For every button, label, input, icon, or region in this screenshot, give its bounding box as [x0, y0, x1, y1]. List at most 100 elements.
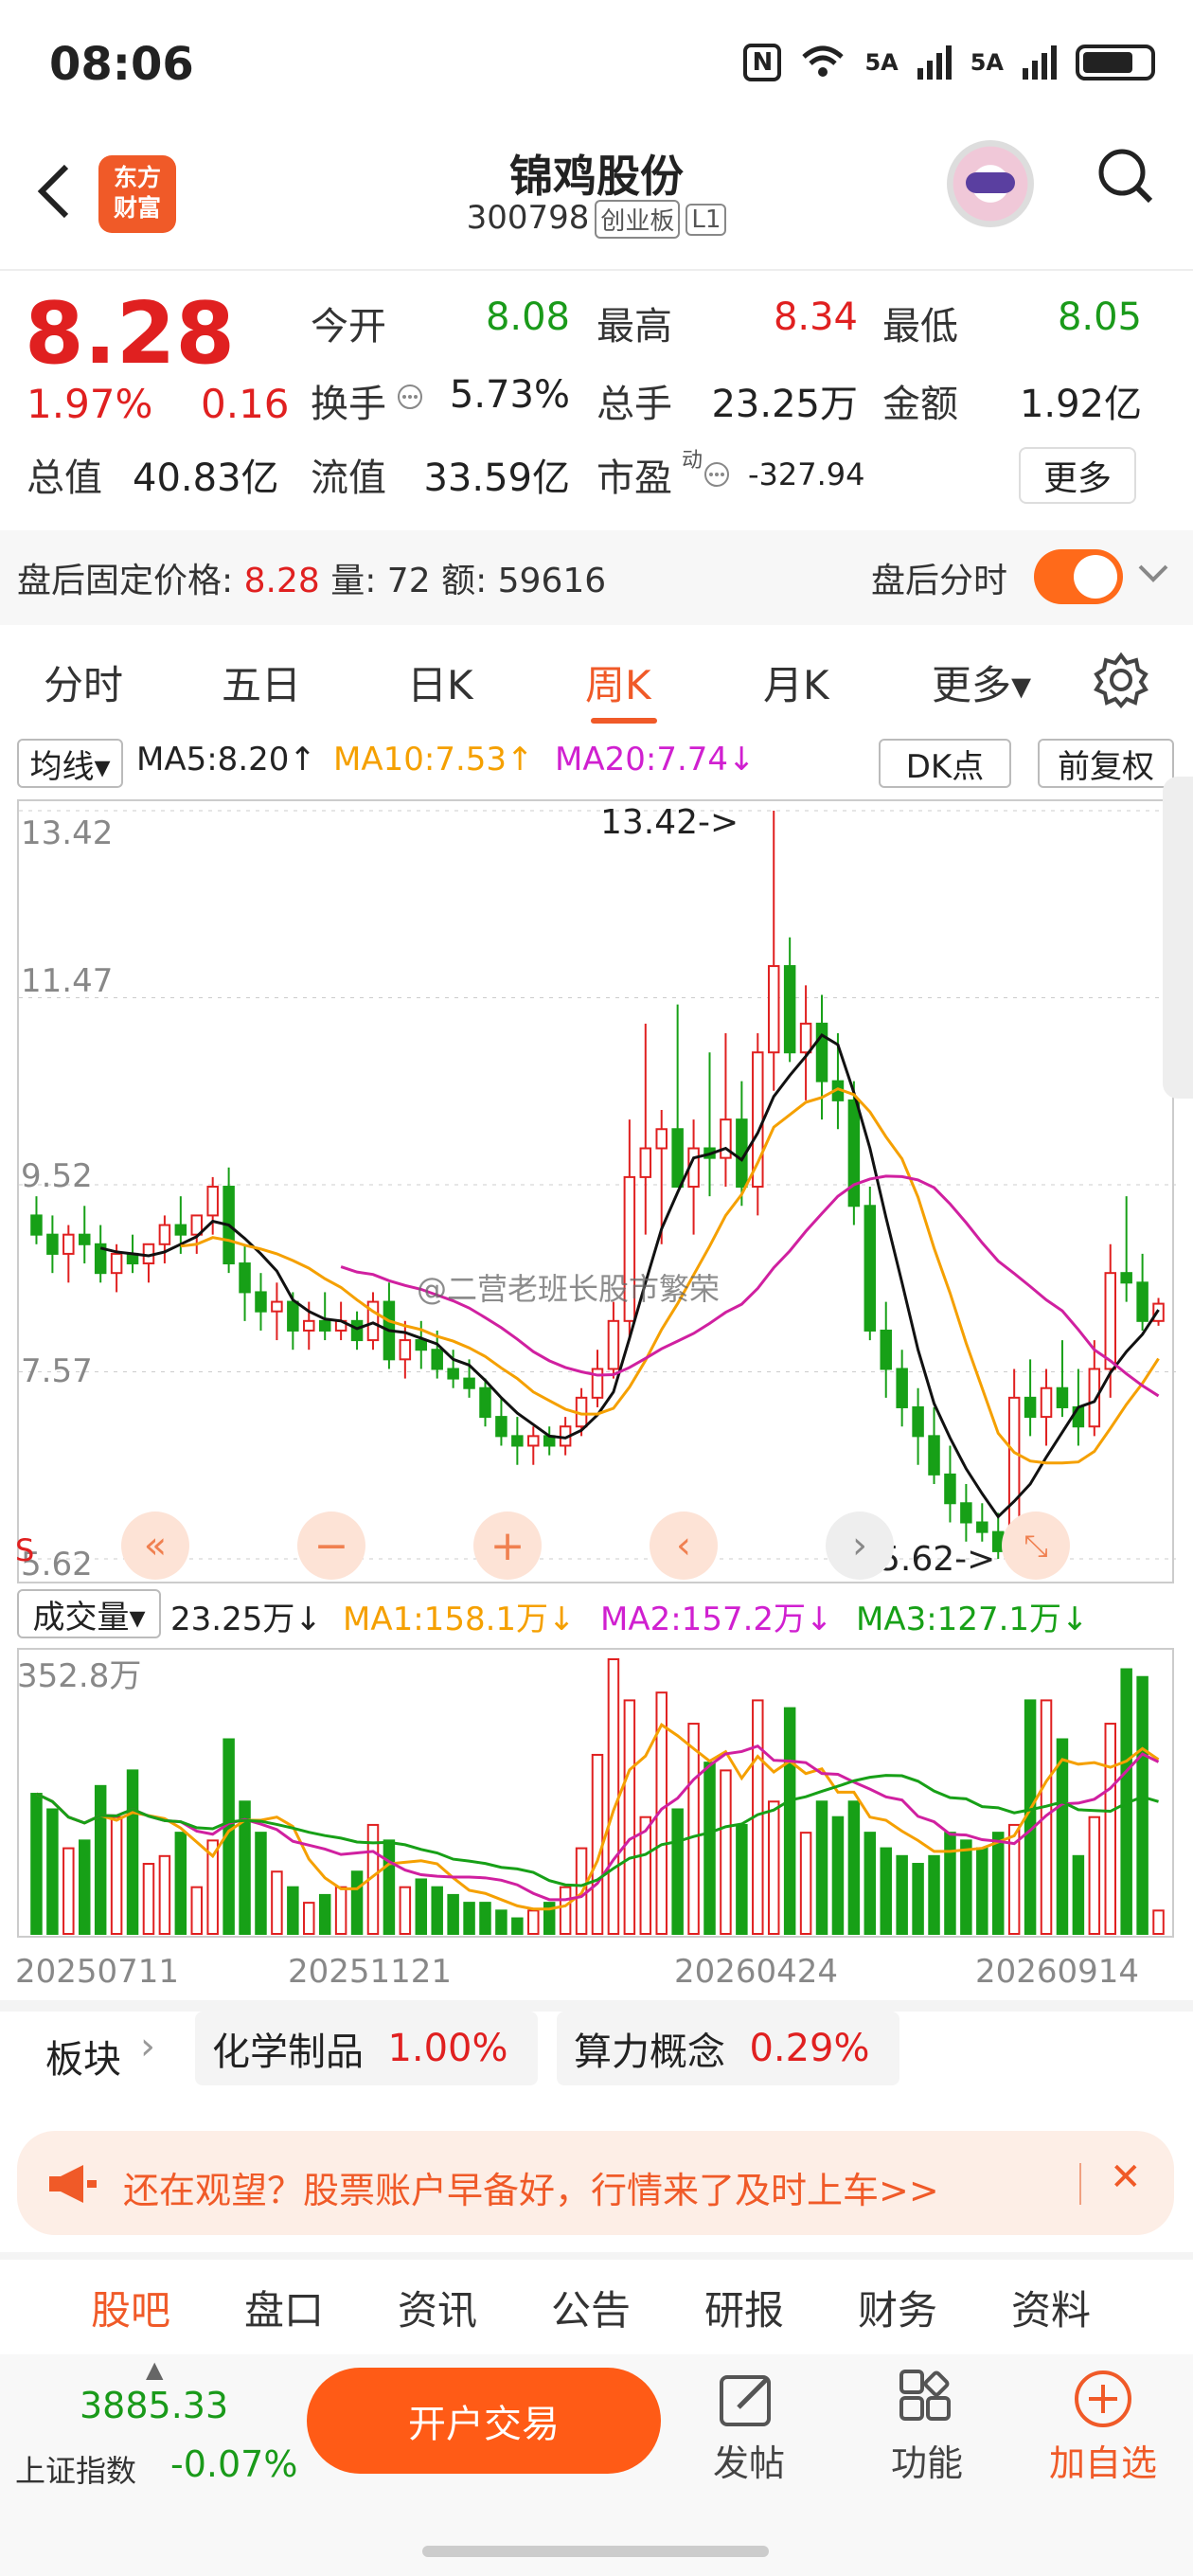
functions-grid-icon[interactable]: [896, 2370, 958, 2428]
info-icon[interactable]: [396, 383, 424, 411]
price-tick-4: 7.57: [21, 1352, 93, 1390]
index-name[interactable]: 上证指数: [15, 2447, 136, 2491]
tab-finance[interactable]: 财务: [858, 2279, 937, 2336]
volume-bar: [303, 1902, 315, 1935]
search-icon[interactable]: [1096, 147, 1153, 213]
candle-body: [62, 1233, 75, 1255]
chevron-right-icon[interactable]: ›: [140, 2025, 155, 2068]
candle-body: [1136, 1281, 1148, 1322]
volume-value: 23.25万: [711, 383, 858, 426]
zoom-in-icon[interactable]: +: [473, 1512, 542, 1580]
volume-bar: [94, 1784, 107, 1935]
volume-bar: [976, 1847, 988, 1936]
level-tag[interactable]: L1: [686, 203, 727, 236]
date-label-3: 20260424: [674, 1953, 839, 1991]
volume-bar: [447, 1893, 459, 1936]
close-icon[interactable]: ✕: [1110, 2156, 1142, 2199]
candle-body: [767, 965, 780, 1054]
candle-body: [896, 1368, 908, 1408]
section-divider-2: [0, 2252, 1193, 2260]
section-divider: [0, 2000, 1193, 2012]
volume-max-label: 352.8万: [17, 1657, 142, 1695]
adjust-button[interactable]: 前复权: [1038, 739, 1174, 788]
scroll-left-fast-icon[interactable]: «: [121, 1512, 189, 1580]
high-value: 8.34: [773, 295, 858, 339]
volume-chart[interactable]: [17, 1648, 1174, 1938]
tab-research[interactable]: 研报: [704, 2279, 784, 2336]
price-tick-3: 9.52: [21, 1157, 93, 1195]
watermark: @二营老班长股市繁荣: [417, 1271, 721, 1307]
s-marker: S: [15, 1532, 35, 1568]
volume-bar: [174, 1832, 187, 1936]
pe-value: -327.94: [748, 456, 865, 492]
add-watchlist-label[interactable]: 加自选: [1042, 2434, 1165, 2486]
high-marker: 13.42->: [600, 803, 739, 842]
volume-bar: [896, 1854, 908, 1936]
functions-label[interactable]: 功能: [884, 2434, 970, 2486]
volume-bar: [142, 1863, 155, 1935]
stock-code: 300798: [466, 199, 590, 237]
tab-forum[interactable]: 股吧: [91, 2279, 170, 2336]
volume-bar: [334, 1886, 347, 1935]
fullscreen-icon[interactable]: ⤡: [1002, 1512, 1070, 1580]
volume-selector[interactable]: 成交量▾: [17, 1589, 161, 1638]
candle-body: [1104, 1272, 1116, 1370]
after-hours-toggle-label: 盘后分时: [871, 562, 1008, 600]
assistant-robot-icon[interactable]: [947, 140, 1034, 227]
sector-label[interactable]: 板块: [45, 2029, 121, 2084]
pe-info-icon[interactable]: [703, 460, 731, 489]
kline-chart[interactable]: [17, 799, 1176, 1583]
tab-five-day[interactable]: 五日: [222, 653, 301, 711]
candle-body: [174, 1224, 187, 1236]
status-time: 08:06: [49, 38, 194, 91]
price-tick-1: 13.42: [21, 814, 114, 852]
post-button-label[interactable]: 发帖: [706, 2434, 792, 2486]
sector-chip-2[interactable]: 算力概念 0.29%: [557, 2012, 899, 2085]
candle-body: [431, 1349, 443, 1370]
candle-body: [864, 1205, 877, 1332]
wifi-icon: [802, 45, 845, 77]
tab-announcements[interactable]: 公告: [551, 2279, 631, 2336]
index-value[interactable]: 3885.33: [80, 2385, 228, 2426]
ma-selector[interactable]: 均线▾: [17, 739, 123, 788]
divider: [0, 269, 1193, 271]
volume-bar: [495, 1909, 507, 1936]
volume-bar: [287, 1886, 299, 1935]
pe-dynamic-mark: 动: [682, 449, 703, 473]
settings-gear-icon[interactable]: [1093, 652, 1149, 708]
candle-body: [960, 1502, 972, 1524]
chevron-down-icon[interactable]: [1136, 563, 1170, 585]
price-tick-2: 11.47: [21, 962, 114, 1000]
candle-body: [1024, 1396, 1037, 1419]
tab-news[interactable]: 资讯: [398, 2279, 477, 2336]
tab-weekly-k[interactable]: 周K: [585, 653, 651, 711]
side-scrollbar[interactable]: [1163, 777, 1193, 1099]
tab-more[interactable]: 更多▾: [932, 653, 1031, 711]
scroll-left-icon[interactable]: ‹: [650, 1512, 718, 1580]
candle-body: [110, 1252, 123, 1275]
after-hours-toggle[interactable]: [1034, 549, 1123, 604]
tab-monthly-k[interactable]: 月K: [763, 653, 829, 711]
candle-body: [976, 1521, 988, 1533]
tab-intraday[interactable]: 分时: [44, 653, 123, 711]
candle-body: [415, 1339, 428, 1351]
volume-value: 23.25万↓: [170, 1601, 322, 1638]
tab-orderbook[interactable]: 盘口: [244, 2279, 324, 2336]
signal-bars-icon: [917, 45, 952, 80]
zoom-out-icon[interactable]: −: [297, 1512, 365, 1580]
candle-body: [271, 1300, 283, 1313]
add-watchlist-icon[interactable]: [1072, 2368, 1134, 2430]
promo-text[interactable]: 还在观望？股票账户早备好，行情来了及时上车>>: [123, 2161, 939, 2213]
tab-daily-k[interactable]: 日K: [407, 653, 473, 711]
dk-point-button[interactable]: DK点: [879, 739, 1011, 788]
volume-bar: [799, 1832, 812, 1936]
sector-chip-1[interactable]: 化学制品 1.00%: [195, 2012, 538, 2085]
scroll-right-icon[interactable]: ›: [826, 1512, 894, 1580]
open-account-button[interactable]: 开户交易: [307, 2368, 661, 2474]
volume-label: 总手: [596, 383, 672, 426]
mktcap-value: 40.83亿: [133, 456, 279, 500]
tab-profile[interactable]: 资料: [1011, 2279, 1091, 2336]
more-stats-button[interactable]: 更多: [1019, 447, 1136, 504]
signal-2-icon: 5A: [970, 49, 1004, 76]
post-edit-icon[interactable]: [718, 2370, 780, 2428]
